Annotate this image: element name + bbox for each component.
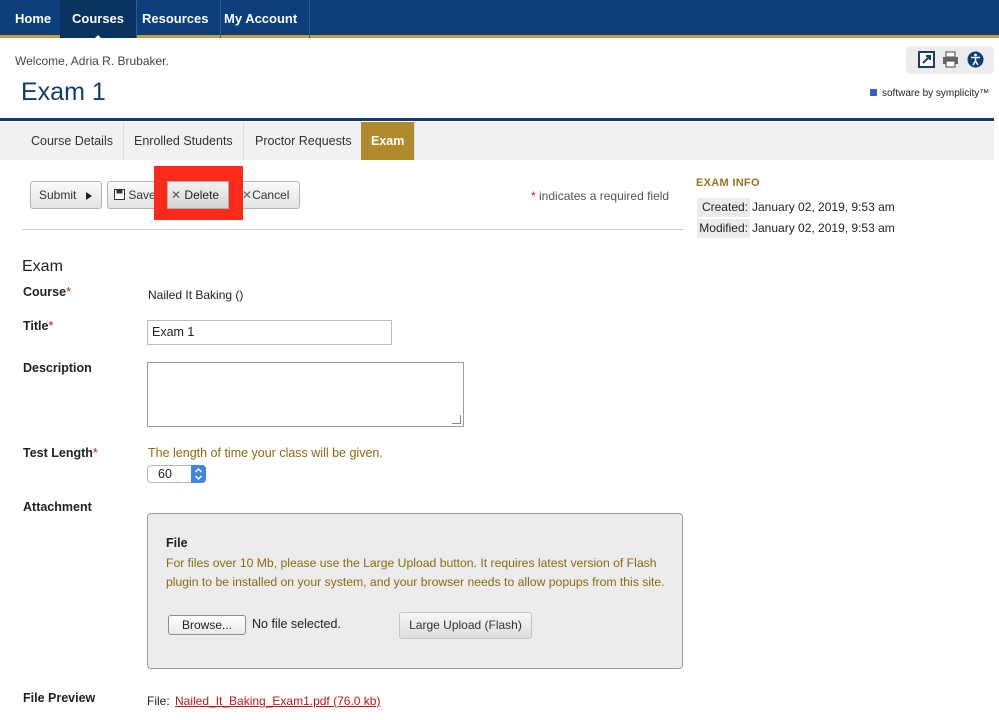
title-required-star: * <box>48 319 54 333</box>
brand-square-icon <box>870 89 877 96</box>
test-length-select[interactable]: 60 <box>147 465 206 483</box>
welcome-text: Welcome, Adria R. Brubaker. <box>15 54 169 68</box>
test-length-value: 60 <box>158 467 172 481</box>
tab-course-details[interactable]: Course Details <box>21 122 124 160</box>
test-length-label: Test Length* <box>23 446 98 460</box>
exam-info-heading: EXAM INFO <box>696 177 760 189</box>
tab-bar: Course Details Enrolled Students Proctor… <box>0 122 994 160</box>
attachment-label: Attachment <box>23 500 92 514</box>
title-label-text: Title <box>23 319 49 333</box>
delete-x-icon: ✕ <box>171 188 182 202</box>
save-button[interactable]: Save <box>114 182 156 208</box>
play-icon <box>85 192 92 200</box>
accessibility-icon[interactable] <box>967 51 984 68</box>
modified-value: January 02, 2019, 9:53 am <box>752 221 895 235</box>
title-input[interactable]: Exam 1 <box>147 320 392 345</box>
test-length-required-star: * <box>92 446 98 460</box>
brand-logo: software by symplicity™ <box>870 88 989 99</box>
file-help-text: For files over 10 Mb, please use the Lar… <box>166 556 665 589</box>
header-divider <box>0 118 994 121</box>
required-note: * indicates a required field <box>531 189 669 203</box>
delete-label: Delete <box>184 188 220 202</box>
file-preview-prefix: File: <box>147 694 170 708</box>
disk-icon <box>114 189 125 200</box>
course-label-text: Course <box>23 285 67 299</box>
save-label: Save <box>128 188 156 202</box>
cancel-label: Cancel <box>252 188 290 202</box>
tab-proctor-requests[interactable]: Proctor Requests <box>245 122 363 160</box>
no-file-text: No file selected. <box>252 617 341 631</box>
tab-exam[interactable]: Exam <box>361 122 416 160</box>
nav-resources[interactable]: Resources <box>130 0 222 38</box>
course-value: Nailed It Baking () <box>148 288 244 302</box>
description-label: Description <box>23 361 92 375</box>
file-title: File <box>166 536 188 550</box>
cancel-button[interactable]: ✕Cancel <box>242 182 289 208</box>
course-required-star: * <box>66 285 71 299</box>
required-note-text: indicates a required field <box>539 189 670 203</box>
brand-text: software by symplicity™ <box>882 88 990 99</box>
nav-home[interactable]: Home <box>3 0 65 38</box>
nav-my-account[interactable]: My Account <box>212 0 311 38</box>
section-title: Exam <box>22 258 63 275</box>
description-textarea[interactable] <box>147 362 464 427</box>
file-preview-link[interactable]: Nailed_It_Baking_Exam1.pdf (76.0 kb) <box>175 694 380 708</box>
cancel-x-icon: ✕ <box>242 188 253 202</box>
page-title: Exam 1 <box>21 78 106 106</box>
submit-label: Submit <box>39 188 77 202</box>
tool-icons <box>906 46 994 74</box>
created-label: Created: <box>697 198 750 217</box>
toolbar-divider <box>22 229 684 230</box>
file-preview-label: File Preview <box>23 691 96 705</box>
large-upload-button[interactable]: Large Upload (Flash) <box>399 612 532 639</box>
test-length-hint: The length of time your class will be gi… <box>148 446 383 460</box>
submit-button[interactable]: Submit <box>30 181 102 209</box>
test-length-label-text: Test Length <box>23 446 93 460</box>
select-arrows-icon <box>191 465 206 483</box>
title-label: Title* <box>23 319 53 333</box>
popout-icon[interactable] <box>918 51 935 68</box>
file-upload-box: File For files over 10 Mb, please use th… <box>147 513 683 669</box>
nav-courses[interactable]: Courses <box>60 0 138 41</box>
required-star: * <box>531 189 536 203</box>
created-value: January 02, 2019, 9:53 am <box>752 200 895 214</box>
modified-label: Modified: <box>697 219 750 238</box>
print-icon[interactable] <box>942 51 959 68</box>
browse-button[interactable]: Browse... <box>168 615 246 635</box>
resize-handle-icon[interactable] <box>452 415 461 424</box>
course-label: Course* <box>23 285 71 299</box>
tab-enrolled-students[interactable]: Enrolled Students <box>124 122 244 160</box>
top-nav: Home Courses Resources My Account <box>0 0 999 41</box>
delete-button[interactable]: ✕ Delete <box>167 181 229 209</box>
